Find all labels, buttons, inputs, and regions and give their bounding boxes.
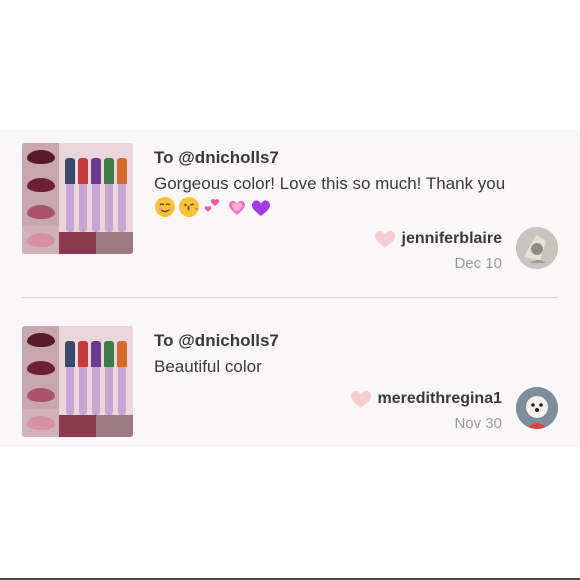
reviewer-username[interactable]: meredithregina1 (378, 390, 502, 408)
lip-swatches (22, 143, 59, 254)
reviewer-username[interactable]: jenniferblaire (402, 230, 502, 248)
lipstick-tubes (59, 143, 133, 254)
heart-icon (350, 389, 372, 409)
smiling-face-icon (154, 196, 176, 218)
sparkling-heart-icon (226, 196, 248, 218)
heart-icon (374, 229, 396, 249)
emoji-row (154, 196, 272, 218)
review-message: Beautiful color (154, 357, 262, 376)
review-divider (22, 297, 558, 298)
kissing-face-icon (178, 196, 200, 218)
lipstick-tubes (59, 326, 133, 437)
avatar[interactable] (516, 227, 558, 269)
product-thumbnail[interactable] (22, 326, 133, 437)
review-meta: jenniferblaire Dec 10 (374, 229, 502, 272)
product-thumbnail[interactable] (22, 143, 133, 254)
review-recipient[interactable]: To @dnicholls7 (154, 148, 279, 168)
lip-swatches (22, 326, 59, 437)
review-recipient[interactable]: To @dnicholls7 (154, 331, 279, 351)
reviews-panel: To @dnicholls7 Gorgeous color! Love this… (0, 130, 580, 447)
review-meta: meredithregina1 Nov 30 (350, 389, 502, 432)
review-date: Nov 30 (454, 415, 502, 432)
purple-heart-icon (250, 196, 272, 218)
avatar[interactable] (516, 387, 558, 429)
two-hearts-icon (202, 196, 224, 218)
review-date: Dec 10 (454, 255, 502, 272)
review-message: Gorgeous color! Love this so much! Thank… (154, 174, 506, 193)
